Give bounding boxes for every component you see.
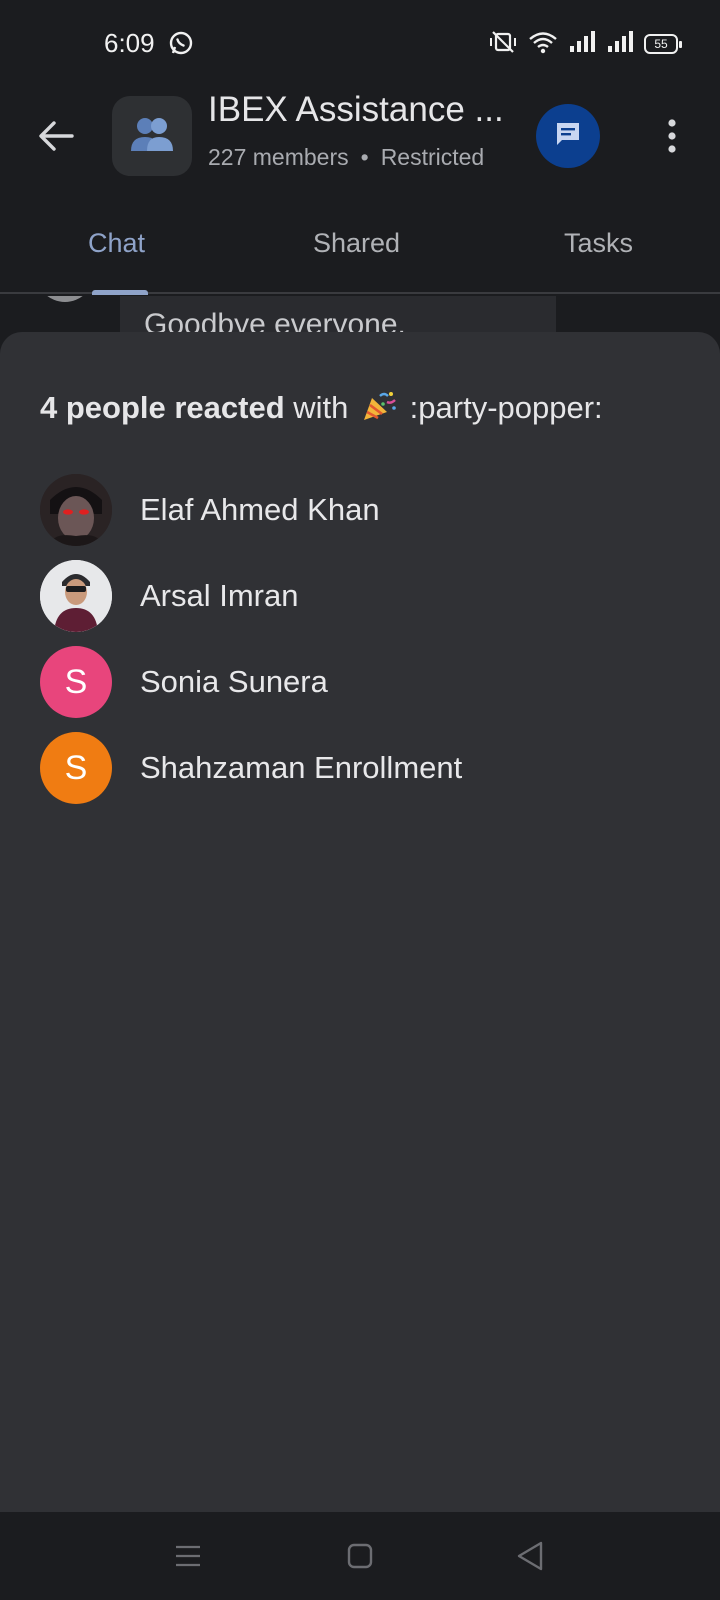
back-triangle-icon[interactable] — [508, 1534, 552, 1578]
status-icons: 55 — [488, 30, 682, 59]
list-item[interactable]: S Sonia Sunera — [40, 646, 680, 718]
reactor-name: Arsal Imran — [140, 578, 299, 613]
status-time: 6:09 — [104, 28, 155, 58]
tab-tasks[interactable]: Tasks — [564, 228, 633, 259]
reaction-with: with — [293, 390, 349, 425]
tab-chat[interactable]: Chat — [88, 228, 145, 259]
separator-dot: • — [360, 144, 369, 170]
more-vert-icon[interactable] — [652, 114, 692, 158]
tab-shared[interactable]: Shared — [313, 228, 400, 259]
tab-bar: Chat Shared Tasks — [0, 210, 720, 294]
avatar — [36, 296, 94, 302]
reactor-name: Sonia Sunera — [140, 664, 328, 699]
reaction-emoji-code: :party-popper: — [409, 390, 603, 425]
back-arrow-icon[interactable] — [34, 114, 78, 158]
system-nav-bar — [0, 1512, 720, 1600]
group-people-icon — [129, 115, 175, 158]
list-item[interactable]: Elaf Ahmed Khan — [40, 474, 680, 546]
avatar — [40, 560, 112, 632]
reactor-name: Elaf Ahmed Khan — [140, 492, 380, 527]
member-count: 227 members — [208, 144, 349, 170]
whatsapp-icon — [168, 30, 194, 56]
avatar — [40, 474, 112, 546]
active-tab-indicator — [92, 290, 148, 295]
access-level: Restricted — [380, 144, 485, 170]
party-popper-icon — [361, 390, 397, 422]
avatar: S — [40, 646, 112, 718]
reactions-sheet: 4 people reacted with :party-popper: Ela… — [0, 332, 720, 1512]
chat-bubble-icon — [554, 120, 582, 153]
avatar: S — [40, 732, 112, 804]
screen: 6:09 55 IBEX Assistance ... 227 members … — [0, 0, 720, 1600]
signal-icon — [568, 30, 596, 59]
list-item[interactable]: Arsal Imran — [40, 560, 680, 632]
menu-icon[interactable] — [166, 1534, 210, 1578]
reaction-heading: 4 people reacted with :party-popper: — [40, 390, 603, 426]
reactor-name: Shahzaman Enrollment — [140, 750, 463, 785]
group-title[interactable]: IBEX Assistance ... — [208, 90, 504, 130]
group-subtitle: 227 members • Restricted — [208, 144, 484, 171]
signal-icon — [606, 30, 634, 59]
list-item[interactable]: S Shahzaman Enrollment — [40, 732, 680, 804]
open-thread-button[interactable] — [536, 104, 600, 168]
home-square-icon[interactable] — [338, 1534, 382, 1578]
group-avatar[interactable] — [112, 96, 192, 176]
vibrate-off-icon — [488, 30, 518, 59]
status-bar: 6:09 55 — [0, 0, 720, 90]
reaction-count: 4 people reacted — [40, 390, 285, 425]
battery-indicator: 55 — [644, 34, 682, 54]
wifi-icon — [528, 30, 558, 59]
